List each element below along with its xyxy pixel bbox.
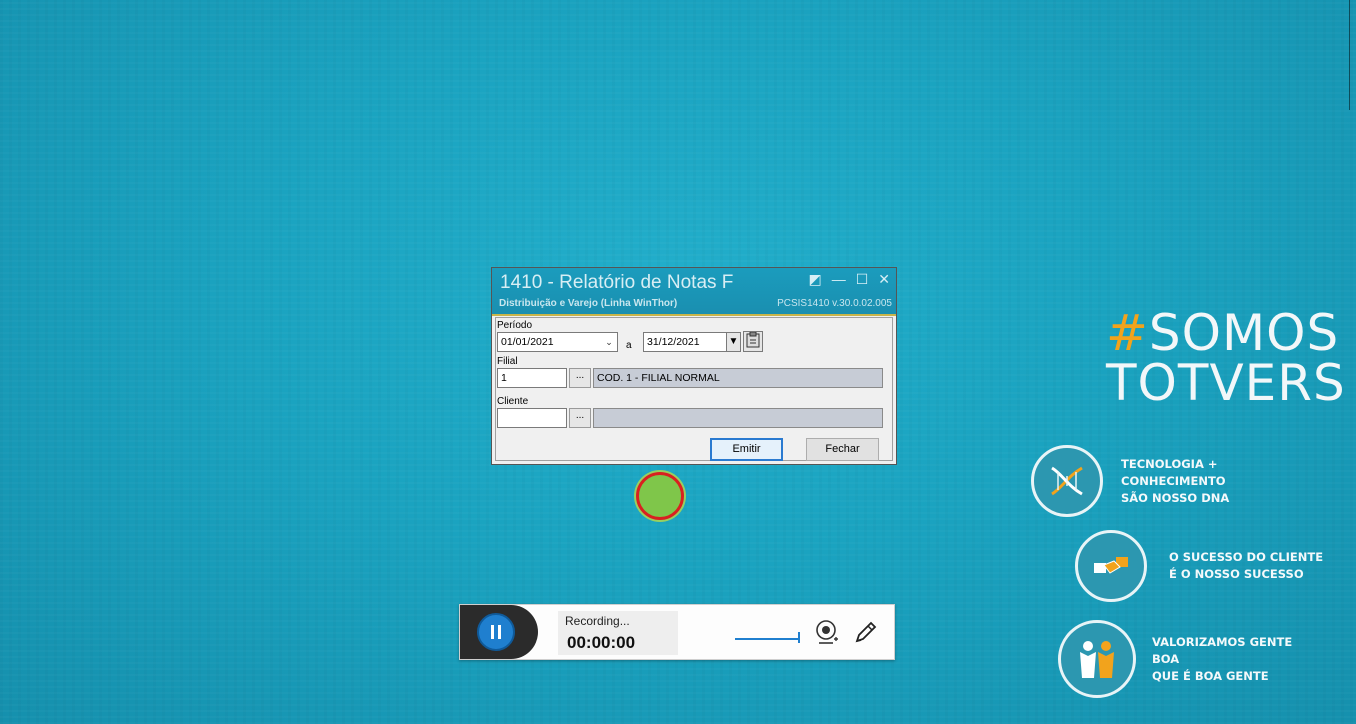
recording-status-panel: Recording... 00:00:00 bbox=[558, 611, 678, 655]
value-text-line2: SÃO NOSSO DNA bbox=[1121, 490, 1230, 505]
pause-icon bbox=[491, 625, 494, 639]
date-from-value: 01/01/2021 bbox=[501, 336, 554, 348]
webcam-icon[interactable] bbox=[814, 619, 840, 647]
pause-icon bbox=[498, 625, 501, 639]
window-controls: ◩ — ☐ ✕ bbox=[808, 272, 890, 286]
periodo-label: Período bbox=[497, 320, 533, 331]
dialog-version: PCSIS1410 v.30.0.02.005 bbox=[777, 298, 892, 309]
pen-icon[interactable] bbox=[853, 619, 879, 645]
chevron-down-icon[interactable]: ⌄ bbox=[603, 335, 615, 349]
filial-label: Filial bbox=[497, 356, 518, 367]
audio-level-handle[interactable] bbox=[798, 632, 800, 643]
somos-totvers-logo: #SOMOS TOTVERS bbox=[1106, 304, 1346, 412]
audio-level-slider[interactable] bbox=[735, 638, 799, 640]
cliente-lookup-button[interactable]: ... bbox=[569, 408, 591, 428]
recorder-control-area bbox=[460, 605, 538, 659]
filial-code-input[interactable]: 1 bbox=[497, 368, 567, 388]
report-dialog: 1410 - Relatório de Notas F ◩ — ☐ ✕ Dist… bbox=[491, 267, 897, 465]
emitir-button[interactable]: Emitir bbox=[710, 438, 783, 461]
dna-icon bbox=[1031, 445, 1103, 517]
restore-icon[interactable]: ◩ bbox=[808, 272, 821, 286]
filial-lookup-button[interactable]: ... bbox=[569, 368, 591, 388]
handshake-icon bbox=[1075, 530, 1147, 602]
value-text-line2: QUE É BOA GENTE bbox=[1152, 668, 1269, 683]
minimize-icon[interactable]: — bbox=[832, 272, 846, 286]
date-to-dropdown-button[interactable]: ▼ bbox=[726, 332, 741, 352]
dialog-subtitle: Distribuição e Varejo (Linha WinThor) bbox=[499, 298, 678, 309]
dialog-title: 1410 - Relatório de Notas F bbox=[500, 272, 734, 293]
value-text-line2: É O NOSSO SUCESSO bbox=[1169, 567, 1304, 581]
maximize-icon[interactable]: ☐ bbox=[856, 272, 869, 286]
close-icon[interactable]: ✕ bbox=[878, 272, 890, 286]
recording-timer: 00:00:00 bbox=[567, 633, 636, 652]
fechar-button[interactable]: Fechar bbox=[806, 438, 879, 461]
cliente-label: Cliente bbox=[497, 396, 529, 407]
value-text-line1: O SUCESSO DO CLIENTE bbox=[1169, 550, 1324, 564]
screen-recorder-bar: Recording... 00:00:00 bbox=[459, 604, 895, 660]
people-icon bbox=[1058, 620, 1136, 698]
pause-button[interactable] bbox=[477, 613, 515, 651]
value-item-people: VALORIZAMOS GENTE BOA QUE É BOA GENTE bbox=[1058, 620, 1322, 698]
value-text-line1: TECNOLOGIA + CONHECIMENTO bbox=[1121, 456, 1226, 488]
value-item-dna: TECNOLOGIA + CONHECIMENTO SÃO NOSSO DNA bbox=[1031, 445, 1291, 517]
date-separator: a bbox=[626, 340, 632, 351]
date-to-value: 31/12/2021 bbox=[647, 336, 700, 348]
cliente-description bbox=[593, 408, 883, 428]
date-to-field[interactable]: 31/12/2021 bbox=[643, 332, 728, 352]
filter-panel: Período 01/01/2021 ⌄ a 31/12/2021 ▼ Fili… bbox=[495, 317, 893, 461]
date-from-combo[interactable]: 01/01/2021 ⌄ bbox=[497, 332, 618, 352]
dialog-titlebar[interactable]: 1410 - Relatório de Notas F ◩ — ☐ ✕ Dist… bbox=[492, 268, 896, 316]
filial-description: COD. 1 - FILIAL NORMAL bbox=[593, 368, 883, 388]
recording-status-text: Recording... bbox=[565, 614, 630, 628]
screen-edge-line bbox=[1349, 0, 1350, 110]
value-item-client: O SUCESSO DO CLIENTE É O NOSSO SUCESSO bbox=[1075, 530, 1339, 602]
calendar-icon[interactable] bbox=[743, 331, 763, 352]
value-text-line1: VALORIZAMOS GENTE BOA bbox=[1152, 634, 1293, 666]
cliente-code-input[interactable] bbox=[497, 408, 567, 428]
cursor-highlight bbox=[636, 472, 684, 520]
